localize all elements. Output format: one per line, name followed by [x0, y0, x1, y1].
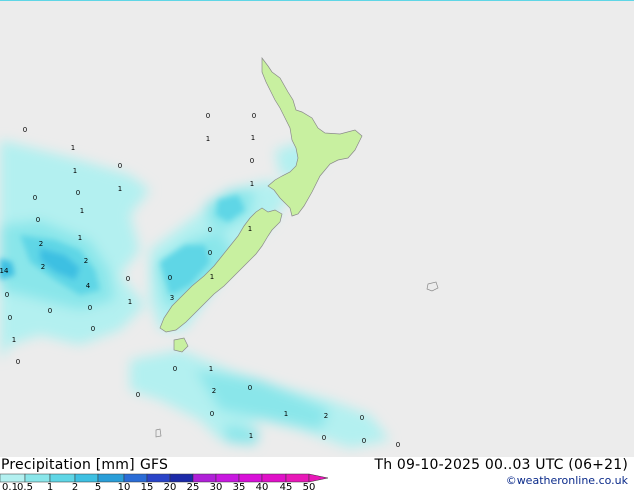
colorbar-segment [261, 473, 287, 483]
precip-value-label: 0 [48, 307, 52, 315]
colorbar-arrow [308, 473, 329, 483]
precip-value-label: 0 [396, 441, 400, 449]
precip-value-label: 2 [212, 387, 216, 395]
precip-value-label: 0 [118, 162, 122, 170]
precip-value-label: 0 [136, 391, 140, 399]
precip-value-label: 0 [23, 126, 27, 134]
colorbar-segment [74, 473, 99, 483]
bottom-bar: Precipitation [mm] GFS Th 09-10-2025 00.… [0, 457, 634, 490]
precip-value-label: 0 [5, 291, 9, 299]
precip-value-label: 3 [170, 294, 174, 302]
precip-value-label: 1 [248, 225, 252, 233]
precip-value-label: 0 [362, 437, 366, 445]
precip-value-label: 0 [250, 157, 254, 165]
precip-value-label: 0 [76, 189, 80, 197]
colorbar-tick-label: 1 [47, 482, 53, 490]
colorbar-tick-label: 50 [303, 482, 316, 490]
colorbar-tick-label: 2 [72, 482, 78, 490]
precip-value-label: 0 [206, 112, 210, 120]
precip-value-label: 4 [86, 282, 91, 290]
precip-value-label: 1 [249, 432, 253, 440]
precip-value-label: 1 [128, 298, 132, 306]
precip-value-label: 0 [33, 194, 37, 202]
colorbar-segment [238, 473, 263, 483]
precip-value-label: 0 [173, 365, 177, 373]
colorbar-segment [49, 473, 76, 483]
precip-value-label: 1 [12, 336, 16, 344]
precip-value-label: 0 [322, 434, 326, 442]
auckland-islands [155, 428, 162, 438]
precip-value-label: 0 [208, 249, 212, 257]
precip-value-label: 1 [71, 144, 75, 152]
colorbar-tick-label: 0.5 [17, 482, 33, 490]
colorbar-segment [215, 473, 240, 483]
colorbar-tick-label: 0.1 [2, 482, 18, 490]
colorbar-segment [123, 473, 148, 483]
colorbar-segment [169, 473, 194, 483]
precip-value-label: 2 [324, 412, 328, 420]
precip-value-label: 0 [208, 226, 212, 234]
precip-value-label: 1 [80, 207, 84, 215]
precip-value-label: 1 [209, 365, 213, 373]
precip-value-label: 1 [250, 180, 254, 188]
colorbar-segment [0, 473, 26, 483]
colorbar-segment [97, 473, 125, 483]
colorbar-tick-label: 25 [187, 482, 200, 490]
colorbar-segment [285, 473, 310, 483]
colorbar-segment [192, 473, 217, 483]
colorbar-tick-label: 5 [95, 482, 101, 490]
precip-value-label: 0 [360, 414, 364, 422]
colorbar-tick-label: 15 [141, 482, 154, 490]
colorbar-tick-label: 30 [210, 482, 223, 490]
credit: ©weatheronline.co.uk [505, 474, 628, 487]
colorbar-tick-label: 45 [280, 482, 293, 490]
precip-value-label: 0 [210, 410, 214, 418]
colorbar-segment [24, 473, 51, 483]
precip-value-label: 0 [16, 358, 20, 366]
precip-value-label: 0 [8, 314, 12, 322]
colorbar-tick-label: 35 [233, 482, 246, 490]
precip-value-label: 1 [251, 134, 255, 142]
precip-value-label: 1 [118, 185, 122, 193]
colorbar-tick-label: 20 [164, 482, 177, 490]
precip-value-label: 2 [84, 257, 88, 265]
precip-value-label: 1 [206, 135, 210, 143]
precip-value-label: 0 [88, 304, 92, 312]
precip-value-label: 14 [0, 267, 9, 275]
precip-value-label: 1 [78, 234, 82, 242]
precipitation-map: 0 1 1 0 0 1 0 1 1 0 0 1 0 0 1 0 1 0 1 0 0 1 1 4 14 3 2 2 2 0 0 0 0 0 1 0 2 0 0… [0, 0, 634, 457]
colorbar-tick-label: 40 [256, 482, 269, 490]
colorbar: 0.1 0.5 1 2 5 10 15 20 25 30 35 40 45 50 [0, 473, 329, 490]
precip-value-label: 0 [248, 384, 252, 392]
precip-value-label: 0 [91, 325, 95, 333]
precip-value-label: 0 [168, 274, 172, 282]
precip-value-label: 1 [210, 273, 214, 281]
precip-value-label: 1 [284, 410, 288, 418]
precip-value-label: 1 [73, 167, 77, 175]
precip-value-label: 0 [36, 216, 40, 224]
map-canvas: 0110010110010010 1010 0114143222000 00102 00… [0, 0, 634, 457]
precip-value-label: 2 [41, 263, 45, 271]
colorbar-segment [146, 473, 171, 483]
precip-value-label: 0 [126, 275, 130, 283]
precip-value-label: 0 [252, 112, 256, 120]
valid-time: Th 09-10-2025 00..03 UTC (06+21) [374, 457, 628, 473]
precip-value-label: 2 [39, 240, 43, 248]
colorbar-tick-label: 10 [118, 482, 131, 490]
